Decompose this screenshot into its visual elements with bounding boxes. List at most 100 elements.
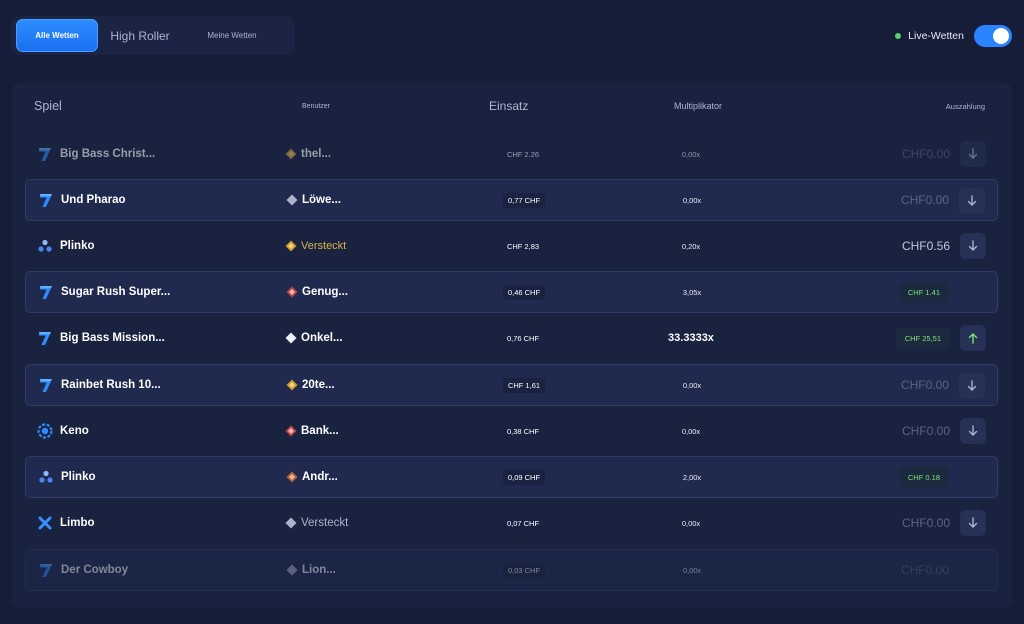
live-indicator-dot bbox=[895, 33, 902, 39]
user-cell[interactable]: Genug... bbox=[286, 272, 348, 312]
toggle-knob bbox=[993, 28, 1009, 44]
table-row[interactable]: Rainbet Rush 10... 20te... CHF 1,61 0,00… bbox=[25, 364, 998, 406]
arrow-down-icon[interactable] bbox=[959, 373, 985, 399]
user-cell[interactable]: 20te... bbox=[286, 365, 335, 405]
game-cell[interactable]: Limbo bbox=[37, 502, 95, 544]
user-name: Versteckt bbox=[301, 517, 349, 529]
multiplier-value: 0,00x bbox=[682, 380, 702, 390]
user-cell[interactable]: thel... bbox=[285, 133, 331, 175]
game-cell[interactable]: Big Bass Christ... bbox=[37, 133, 155, 175]
diamond-gold-icon bbox=[286, 379, 298, 391]
game-cell[interactable]: Keno bbox=[37, 410, 89, 452]
table-row[interactable]: Limbo Versteckt 0,07 CHF 0,00x CHF0.00 bbox=[25, 502, 998, 544]
diamond-red-icon bbox=[286, 286, 298, 298]
payout-value: CHF 1.41 bbox=[898, 281, 949, 303]
arrow-down-icon[interactable] bbox=[960, 418, 986, 444]
user-cell[interactable]: Bank... bbox=[285, 410, 339, 452]
table-header: Spiel Benutzer Einsatz Multiplikator Aus… bbox=[12, 83, 1012, 129]
diamond-bronze-icon bbox=[286, 471, 298, 483]
diamond-gold-icon bbox=[285, 240, 297, 252]
payout-value: CHF0.00 bbox=[901, 516, 950, 530]
stake-value: CHF 2.26 bbox=[501, 146, 545, 162]
game-name: Limbo bbox=[60, 517, 95, 529]
arrow-down-icon[interactable] bbox=[960, 510, 986, 536]
game-name: Rainbet Rush 10... bbox=[61, 379, 161, 391]
user-cell[interactable]: Versteckt bbox=[285, 502, 348, 544]
payout-cell: CHF 1.41 bbox=[898, 272, 949, 312]
header-auszahlung: Auszahlung bbox=[945, 101, 985, 111]
tab-meine-wetten[interactable]: Meine Wetten bbox=[182, 19, 282, 52]
table-row[interactable]: Sugar Rush Super... Genug... 0,46 CHF 3,… bbox=[25, 271, 998, 313]
user-name: Bank... bbox=[301, 425, 339, 437]
game-cell[interactable]: Rainbet Rush 10... bbox=[38, 365, 161, 405]
header-benutzer: Benutzer bbox=[302, 102, 331, 110]
table-row[interactable]: Und Pharao Löwe... 0,77 CHF 0,00x CHF0.0… bbox=[25, 179, 998, 221]
game-cell[interactable]: Sugar Rush Super... bbox=[38, 272, 170, 312]
user-cell[interactable]: Löwe... bbox=[286, 180, 341, 220]
payout-cell: CHF0.56 bbox=[902, 225, 950, 267]
multiplier-value: 33.3333x bbox=[668, 332, 714, 344]
table-row[interactable]: Big Bass Christ... thel... CHF 2.26 0,00… bbox=[25, 133, 998, 175]
game-name: Plinko bbox=[61, 471, 96, 483]
user-cell[interactable]: Andr... bbox=[286, 457, 338, 497]
header-spiel: Spiel bbox=[34, 99, 62, 113]
game-cell[interactable]: Plinko bbox=[38, 457, 96, 497]
game-name: Big Bass Mission... bbox=[60, 332, 165, 344]
header-multiplikator: Multiplikator bbox=[674, 101, 723, 111]
payout-cell: CHF0.00 bbox=[902, 502, 950, 544]
live-bets-label: Live-Wetten bbox=[908, 30, 964, 42]
diamond-gold-icon bbox=[285, 148, 297, 160]
stake-value: 0,38 CHF bbox=[501, 423, 545, 439]
user-cell[interactable]: Onkel... bbox=[285, 317, 343, 359]
arrow-down-icon[interactable] bbox=[960, 141, 986, 167]
payout-value: CHF0.56 bbox=[901, 239, 950, 253]
seven-icon bbox=[38, 192, 54, 208]
stake-cell: 0,46 CHF bbox=[482, 272, 566, 312]
table-row[interactable]: Der Cowboy Lion... 0,03 CHF 0,00x CHF0.0… bbox=[25, 549, 998, 591]
payout-value: CHF 0.18 bbox=[898, 466, 949, 488]
payout-cell: CHF0.00 bbox=[902, 410, 950, 452]
user-name: Andr... bbox=[302, 471, 338, 483]
arrow-down-icon[interactable] bbox=[959, 188, 985, 214]
game-cell[interactable]: Big Bass Mission... bbox=[37, 317, 165, 359]
seven-icon bbox=[38, 562, 54, 578]
user-name: Genug... bbox=[302, 286, 348, 298]
stake-value: 0,46 CHF bbox=[502, 284, 546, 300]
seven-icon bbox=[38, 377, 54, 393]
user-cell[interactable]: Lion... bbox=[286, 550, 336, 590]
game-cell[interactable]: Und Pharao bbox=[38, 180, 126, 220]
stake-value: 0,07 CHF bbox=[501, 515, 545, 531]
stake-cell: 0,09 CHF bbox=[482, 457, 566, 497]
table-row[interactable]: Big Bass Mission... Onkel... 0,76 CHF 33… bbox=[25, 317, 998, 359]
payout-cell: CHF0.00 bbox=[901, 365, 949, 405]
table-row[interactable]: Plinko Versteckt CHF 2,83 0,20x CHF0.56 bbox=[25, 225, 998, 267]
user-name: Onkel... bbox=[301, 332, 343, 344]
game-name: Keno bbox=[60, 425, 89, 437]
stake-cell: CHF 2.26 bbox=[481, 133, 565, 175]
live-bets-toggle[interactable] bbox=[974, 25, 1012, 47]
payout-cell: CHF0.00 bbox=[901, 180, 949, 220]
payout-cell: CHF 0.18 bbox=[898, 457, 949, 497]
stake-cell: 0,03 CHF bbox=[482, 550, 566, 590]
stake-cell: 0,76 CHF bbox=[481, 317, 565, 359]
tab-high-roller[interactable]: High Roller bbox=[98, 19, 182, 52]
payout-value: CHF 25,51 bbox=[895, 327, 950, 349]
user-name: Löwe... bbox=[302, 194, 341, 206]
payout-cell: CHF 25,51 bbox=[895, 317, 950, 359]
table-row[interactable]: Keno Bank... 0,38 CHF 0,00x CHF0.00 bbox=[25, 410, 998, 452]
game-cell[interactable]: Der Cowboy bbox=[38, 550, 128, 590]
stake-cell: 0,38 CHF bbox=[481, 410, 565, 452]
diamond-gray-icon bbox=[286, 194, 298, 206]
arrow-down-icon[interactable] bbox=[960, 233, 986, 259]
multiplier-value: 0,00x bbox=[682, 195, 702, 205]
plinko-icon bbox=[37, 238, 53, 254]
bets-table: Spiel Benutzer Einsatz Multiplikator Aus… bbox=[12, 83, 1012, 609]
user-cell[interactable]: Versteckt bbox=[285, 225, 346, 267]
multiplier-value: 0,00x bbox=[681, 149, 701, 159]
arrow-up-icon[interactable] bbox=[960, 325, 986, 351]
tab-alle-wetten[interactable]: Alle Wetten bbox=[16, 19, 98, 52]
game-cell[interactable]: Plinko bbox=[37, 225, 95, 267]
user-name: Lion... bbox=[302, 564, 336, 576]
payout-cell: CHF0.00 bbox=[901, 550, 949, 590]
table-row[interactable]: Plinko Andr... 0,09 CHF 2,00x CHF 0.18 bbox=[25, 456, 998, 498]
